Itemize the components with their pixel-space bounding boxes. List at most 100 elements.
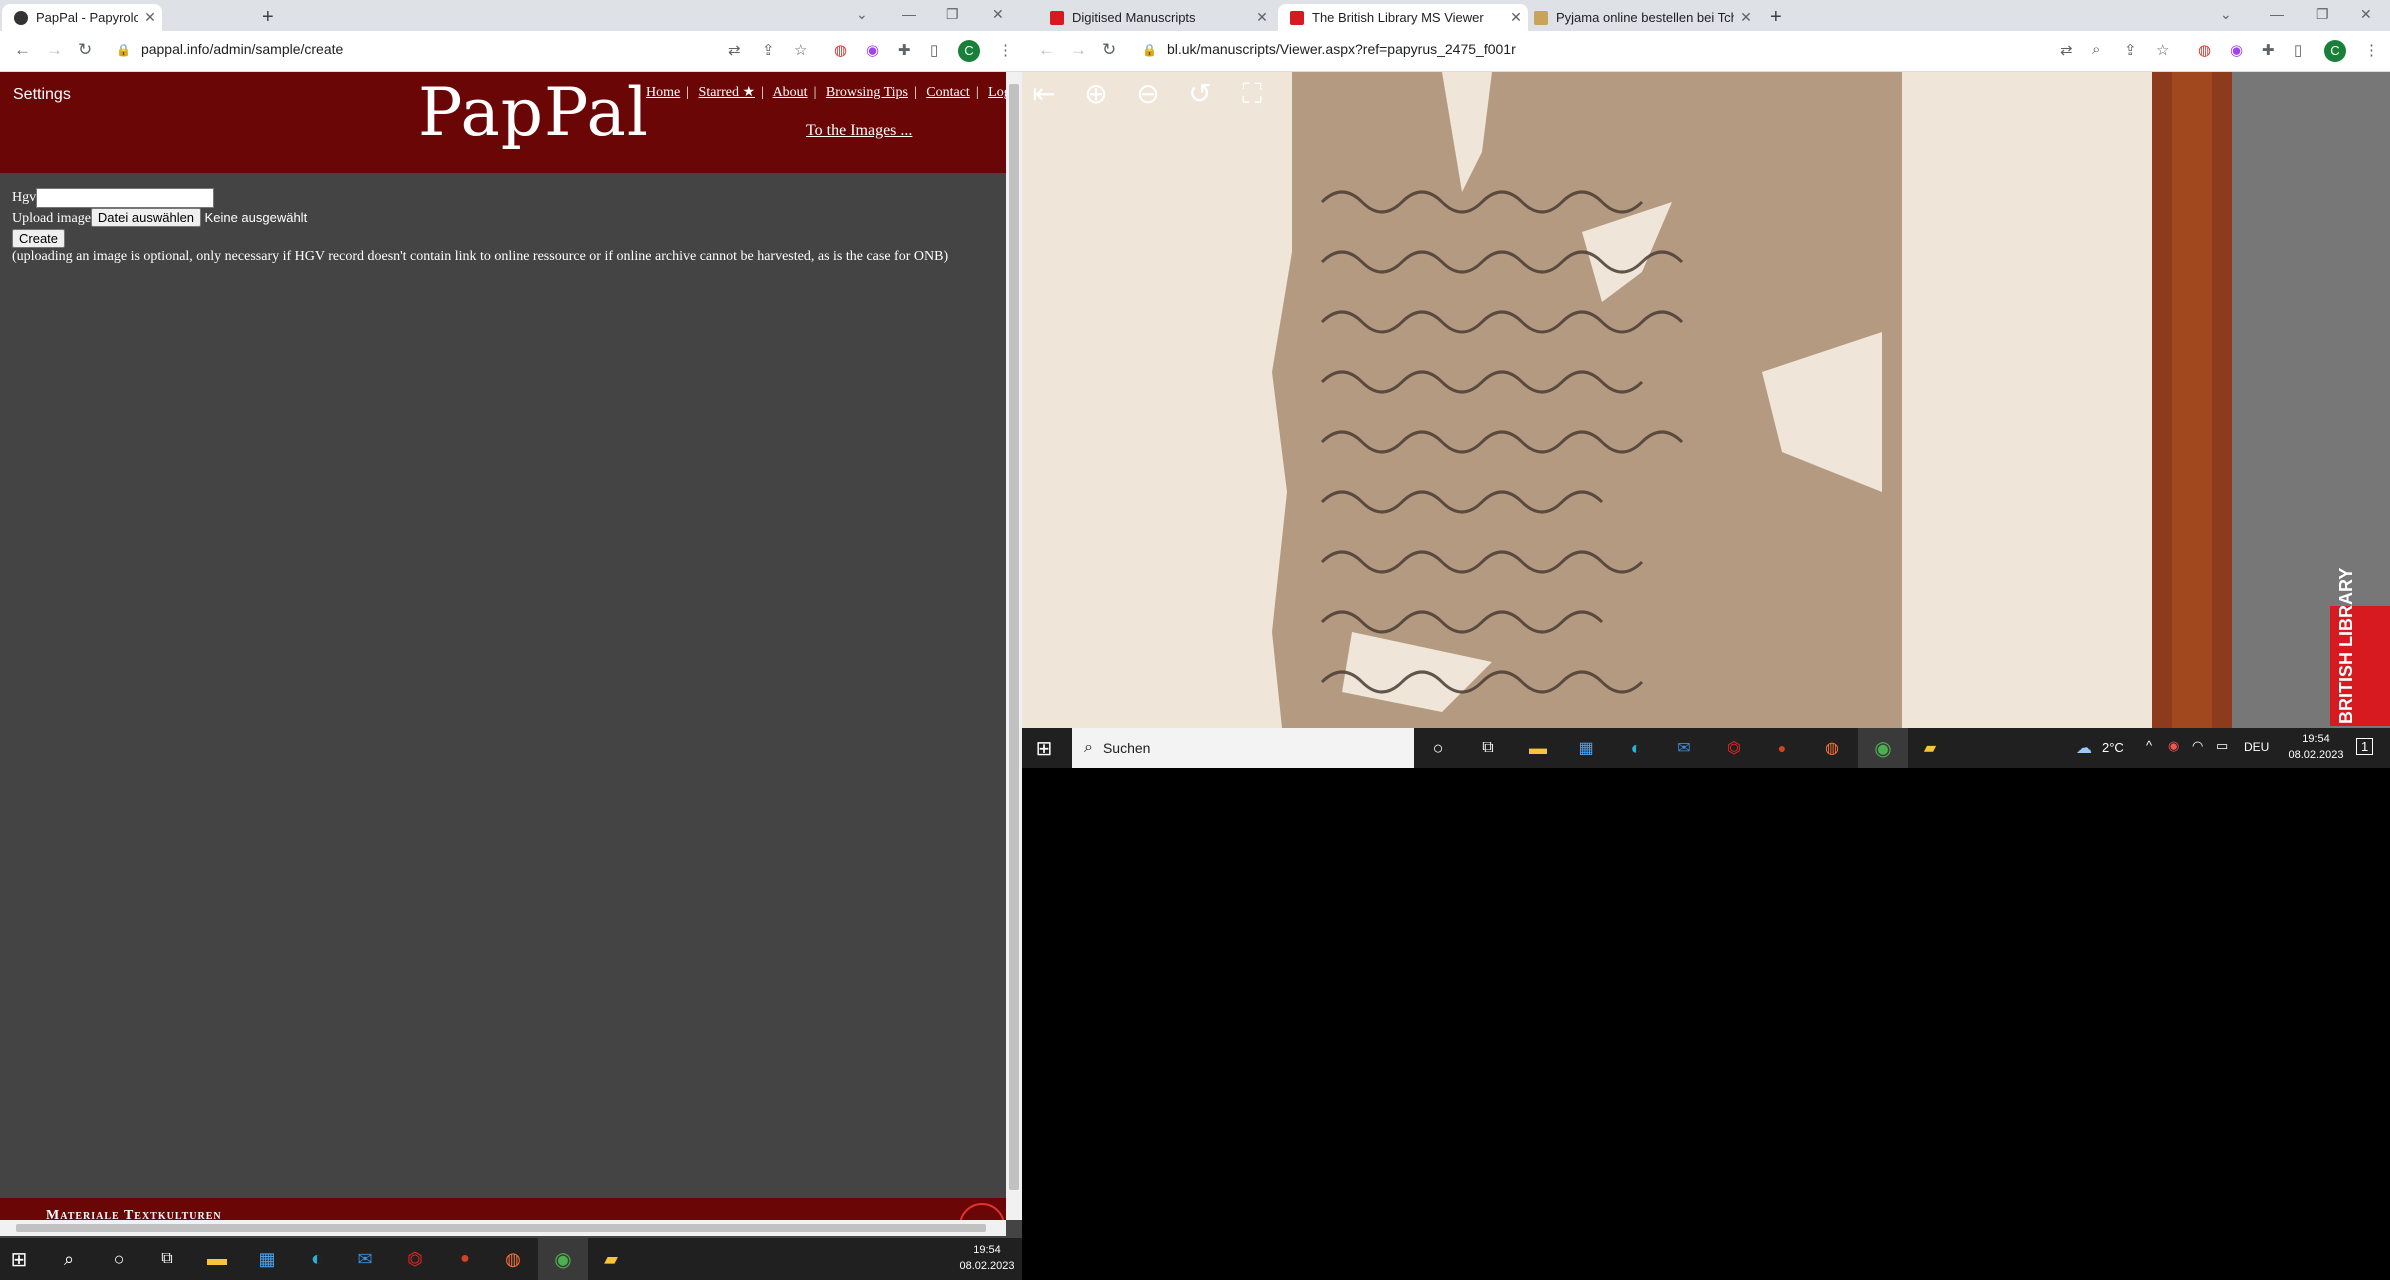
scrollbar-thumb[interactable] — [1009, 84, 1019, 1190]
left-clock[interactable]: 19:54 08.02.2023 — [956, 1242, 1018, 1274]
to-the-images-link[interactable]: To the Images ... — [806, 122, 912, 140]
windows-start-icon[interactable]: ⊞ — [1032, 736, 1056, 760]
powerpoint-icon[interactable]: ● — [1770, 736, 1794, 760]
translate-icon[interactable]: ⇄ — [728, 41, 741, 59]
tab-pappal[interactable]: PapPal - Papyrology | Paleograph ✕ — [2, 4, 162, 31]
nav-logout[interactable]: Logou — [988, 85, 1006, 100]
nav-about[interactable]: About — [773, 85, 808, 100]
back-icon[interactable]: ← — [1038, 40, 1055, 60]
folder-app-icon[interactable]: ▰ — [598, 1246, 624, 1272]
tab-bl-viewer[interactable]: The British Library MS Viewer ✕ — [1278, 4, 1528, 31]
right-clock[interactable]: 19:54 08.02.2023 — [2286, 731, 2346, 763]
nav-home[interactable]: Home — [646, 85, 680, 100]
choose-file-button[interactable]: Datei auswählen — [90, 208, 202, 227]
menu-dots-icon[interactable]: ⋮ — [2364, 41, 2379, 59]
language-indicator[interactable]: DEU — [2244, 740, 2269, 754]
minimize-icon[interactable]: — — [2270, 6, 2284, 22]
papyrus-image[interactable] — [1022, 72, 2390, 728]
windows-start-icon[interactable]: ⊞ — [6, 1246, 32, 1272]
share-icon[interactable]: ⇪ — [762, 41, 775, 59]
firefox-icon[interactable]: ◍ — [500, 1246, 526, 1272]
powerpoint-icon[interactable]: ● — [452, 1246, 478, 1272]
network-icon[interactable]: ◠ — [2192, 738, 2203, 754]
chrome-taskbar-icon[interactable]: ◉ — [538, 1238, 588, 1280]
extension-purple-icon[interactable]: ◉ — [866, 41, 879, 59]
bookmark-star-icon[interactable]: ☆ — [794, 41, 807, 59]
cortana-icon[interactable]: ○ — [1426, 736, 1450, 760]
share-icon[interactable]: ⇪ — [2124, 41, 2137, 59]
weather-icon[interactable]: ☁ — [2072, 736, 2096, 760]
new-tab-button[interactable]: + — [262, 6, 274, 29]
weather-temp[interactable]: 2°C — [2102, 740, 2124, 755]
menu-dots-icon[interactable]: ⋮ — [998, 41, 1013, 59]
tab-search-chevron-icon[interactable]: ⌄ — [856, 6, 868, 23]
british-library-logo[interactable]: BRITISH LIBRARY — [2330, 568, 2390, 726]
create-button[interactable]: Create — [12, 229, 66, 248]
extension-red-icon[interactable]: ◍ — [834, 41, 847, 59]
notification-icon[interactable]: 1 — [2356, 738, 2374, 755]
tab-tchibo[interactable]: Pyjama online bestellen bei Tchib ✕ — [1522, 4, 1758, 31]
search-icon[interactable]: ⌕ — [56, 1246, 82, 1272]
tab-search-chevron-icon[interactable]: ⌄ — [2220, 6, 2232, 23]
extensions-puzzle-icon[interactable]: ✚ — [898, 41, 911, 59]
close-tab-icon[interactable]: ✕ — [138, 9, 162, 26]
side-panel-icon[interactable]: ▯ — [930, 41, 938, 59]
horizontal-scrollbar[interactable] — [0, 1220, 1006, 1236]
nav-contact[interactable]: Contact — [926, 85, 970, 100]
edge-icon[interactable]: ◐ — [1624, 736, 1648, 760]
vertical-scrollbar[interactable] — [1006, 72, 1022, 1220]
store-icon[interactable]: ▦ — [1574, 736, 1598, 760]
forward-icon[interactable]: → — [46, 40, 63, 60]
extension-purple-icon[interactable]: ◉ — [2230, 41, 2243, 59]
nav-browsing-tips[interactable]: Browsing Tips — [826, 85, 908, 100]
cortana-icon[interactable]: ○ — [106, 1246, 132, 1272]
settings-link[interactable]: Settings — [13, 86, 71, 104]
zoom-out-icon[interactable]: ⊖ — [1130, 76, 1166, 112]
profile-avatar[interactable]: C — [2324, 40, 2346, 62]
restore-icon[interactable]: ❐ — [2316, 6, 2329, 23]
rotate-icon[interactable]: ↺ — [1182, 76, 1218, 112]
file-explorer-icon[interactable]: ▬ — [1526, 736, 1550, 760]
extension-red-icon[interactable]: ◍ — [2198, 41, 2211, 59]
zoom-in-icon[interactable]: ⊕ — [1078, 76, 1114, 112]
exit-viewer-icon[interactable]: ⇤ — [1026, 76, 1062, 112]
mail-icon[interactable]: ✉ — [1672, 736, 1696, 760]
edge-icon[interactable]: ◐ — [304, 1246, 330, 1272]
side-panel-icon[interactable]: ▯ — [2294, 41, 2302, 59]
address-bar[interactable]: 🔒 pappal.info/admin/sample/create — [116, 41, 343, 57]
pappal-logo[interactable]: PapPal — [418, 74, 649, 151]
nav-starred[interactable]: Starred ★ — [699, 85, 755, 100]
file-explorer-icon[interactable]: ▬ — [204, 1246, 230, 1272]
close-tab-icon[interactable]: ✕ — [1734, 9, 1758, 26]
folder-app-icon[interactable]: ▰ — [1918, 736, 1942, 760]
reload-icon[interactable]: ↻ — [78, 40, 92, 60]
chrome-taskbar-icon[interactable]: ◉ — [1858, 728, 1908, 768]
reload-icon[interactable]: ↻ — [1102, 40, 1116, 60]
minimize-icon[interactable]: — — [902, 6, 916, 22]
close-tab-icon[interactable]: ✕ — [1250, 9, 1274, 26]
battery-icon[interactable]: ▭ — [2216, 738, 2228, 754]
manuscript-viewer[interactable]: BRITISH LIBRARY — [1022, 72, 2390, 728]
fullscreen-icon[interactable]: ⛶ — [1234, 76, 1270, 112]
tray-app-icon[interactable]: ◉ — [2168, 738, 2179, 754]
acrobat-icon[interactable]: ⏣ — [1722, 736, 1746, 760]
zoom-icon[interactable]: ⌕ — [2092, 41, 2100, 58]
translate-icon[interactable]: ⇄ — [2060, 41, 2073, 59]
tray-chevron-icon[interactable]: ^ — [2146, 738, 2152, 753]
task-view-icon[interactable]: ⧉ — [154, 1246, 180, 1272]
new-tab-button[interactable]: + — [1770, 6, 1782, 29]
forward-icon[interactable]: → — [1070, 40, 1087, 60]
hgv-input[interactable] — [36, 188, 215, 208]
restore-icon[interactable]: ❐ — [946, 6, 959, 23]
scrollbar-thumb[interactable] — [16, 1224, 986, 1232]
acrobat-icon[interactable]: ⏣ — [402, 1246, 428, 1272]
mail-icon[interactable]: ✉ — [352, 1246, 378, 1272]
bookmark-star-icon[interactable]: ☆ — [2156, 41, 2169, 59]
address-bar[interactable]: 🔒 bl.uk/manuscripts/Viewer.aspx?ref=papyr… — [1142, 41, 1516, 57]
taskbar-search-box[interactable]: ⌕ Suchen — [1072, 728, 1414, 768]
extensions-puzzle-icon[interactable]: ✚ — [2262, 41, 2275, 59]
close-window-icon[interactable]: ✕ — [992, 6, 1004, 23]
profile-avatar[interactable]: C — [958, 40, 980, 62]
firefox-icon[interactable]: ◍ — [1820, 736, 1844, 760]
tab-digitised-manuscripts[interactable]: Digitised Manuscripts ✕ — [1038, 4, 1274, 31]
